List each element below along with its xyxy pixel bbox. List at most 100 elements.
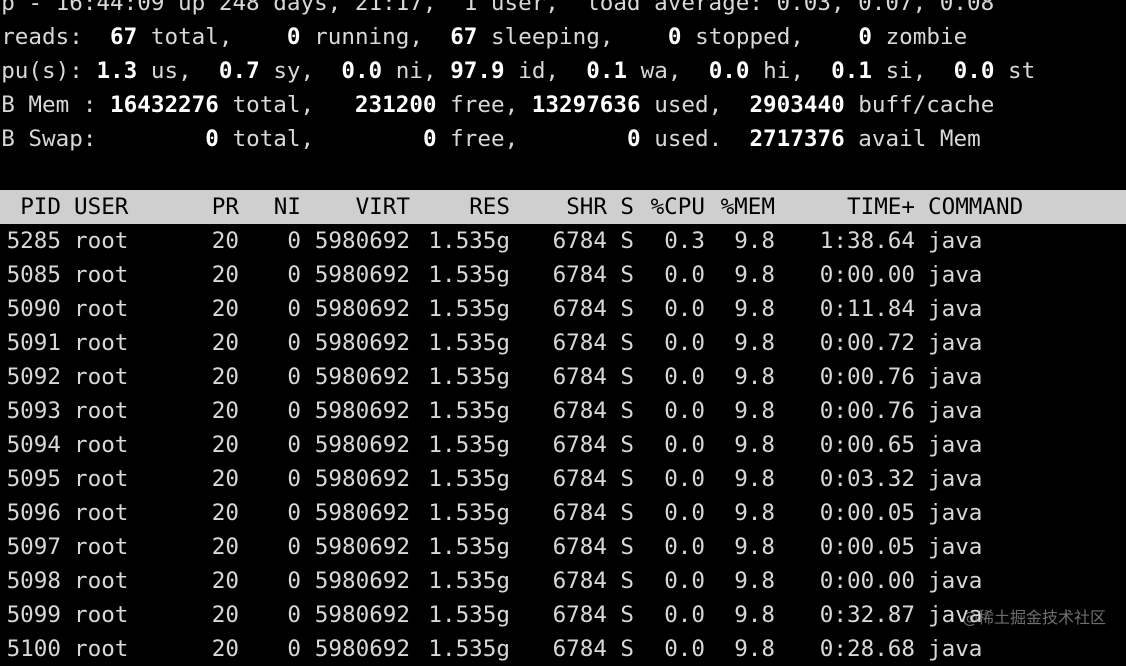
process-row[interactable]: 5093 root 20 0 5980692 1.535g 6784 S 0.0 9.8 0:00.… bbox=[0, 394, 1126, 428]
cell-time: 0:00.76 bbox=[819, 364, 915, 390]
cell-time: 0:03.32 bbox=[819, 466, 915, 492]
process-row[interactable]: 5285 root 20 0 5980692 1.535g 6784 S 0.3 9.8 1:38.… bbox=[0, 224, 1126, 258]
cell-res: 1.535g bbox=[428, 466, 510, 492]
col-ni[interactable]: NI bbox=[239, 190, 301, 224]
cell-mem: 9.8 bbox=[734, 602, 775, 628]
swap-line: KiB Swap: 0 total, 0 free, 0 used. 27173… bbox=[0, 122, 1126, 156]
cell-pr: 20 bbox=[211, 432, 239, 458]
cell-command: java bbox=[928, 330, 983, 356]
cell-shr: 6784 bbox=[552, 330, 607, 356]
cell-res: 1.535g bbox=[428, 330, 510, 356]
cell-mem: 9.8 bbox=[734, 296, 775, 322]
cell-ni: 0 bbox=[287, 534, 301, 560]
cell-command: java bbox=[928, 228, 983, 254]
cell-ni: 0 bbox=[287, 262, 301, 288]
mem-used-label: used, bbox=[654, 92, 723, 118]
cell-pr: 20 bbox=[211, 602, 239, 628]
threads-stopped: 0 bbox=[667, 24, 682, 50]
cell-virt: 5980692 bbox=[314, 330, 410, 356]
cell-pid: 5096 bbox=[6, 500, 61, 526]
cell-ni: 0 bbox=[287, 296, 301, 322]
swap-free: 0 bbox=[422, 126, 437, 152]
process-row[interactable]: 5090 root 20 0 5980692 1.535g 6784 S 0.0 9.8 0:11.… bbox=[0, 292, 1126, 326]
col-pr[interactable]: PR bbox=[201, 190, 239, 224]
cell-cpu: 0.0 bbox=[664, 330, 705, 356]
cell-res: 1.535g bbox=[428, 228, 510, 254]
col-time[interactable]: TIME+ bbox=[775, 190, 915, 224]
threads-line: Threads: 67 total, 0 running, 67 sleepin… bbox=[0, 20, 1126, 54]
cell-time: 1:38.64 bbox=[819, 228, 915, 254]
cell-ni: 0 bbox=[287, 228, 301, 254]
cell-state: S bbox=[620, 432, 634, 458]
mem-buff-cache: 2903440 bbox=[749, 92, 845, 118]
cell-time: 0:00.65 bbox=[819, 432, 915, 458]
cell-res: 1.535g bbox=[428, 636, 510, 662]
cell-time: 0:00.00 bbox=[819, 568, 915, 594]
process-row[interactable]: 5094 root 20 0 5980692 1.535g 6784 S 0.0 9.8 0:00.… bbox=[0, 428, 1126, 462]
cell-user: root bbox=[74, 296, 129, 322]
cell-pid: 5090 bbox=[6, 296, 61, 322]
process-row[interactable]: 5085 root 20 0 5980692 1.535g 6784 S 0.0 9.8 0:00.… bbox=[0, 258, 1126, 292]
threads-running: 0 bbox=[286, 24, 301, 50]
swap-used: 0 bbox=[627, 126, 641, 152]
process-row[interactable]: 5099 root 20 0 5980692 1.535g 6784 S 0.0 9.8 0:32.… bbox=[0, 598, 1126, 632]
threads-sleeping: 67 bbox=[450, 24, 478, 50]
cell-mem: 9.8 bbox=[734, 364, 775, 390]
swap-avail-label: avail Mem bbox=[858, 126, 981, 152]
cpu-id-label: id, bbox=[518, 58, 560, 84]
cell-cpu: 0.0 bbox=[664, 500, 705, 526]
process-row[interactable]: 5091 root 20 0 5980692 1.535g 6784 S 0.0 9.8 0:00.… bbox=[0, 326, 1126, 360]
cell-pr: 20 bbox=[211, 262, 239, 288]
cell-shr: 6784 bbox=[552, 636, 607, 662]
cell-shr: 6784 bbox=[552, 262, 607, 288]
cell-cpu: 0.3 bbox=[664, 228, 705, 254]
cell-user: root bbox=[74, 330, 129, 356]
cpu-si-label: si, bbox=[885, 58, 927, 84]
col-shr[interactable]: SHR bbox=[510, 190, 607, 224]
swap-avail: 2717376 bbox=[749, 126, 845, 152]
process-row[interactable]: 5092 root 20 0 5980692 1.535g 6784 S 0.0 9.8 0:00.… bbox=[0, 360, 1126, 394]
col-cpu[interactable]: %CPU bbox=[634, 190, 705, 224]
cell-state: S bbox=[620, 296, 634, 322]
col-res[interactable]: RES bbox=[410, 190, 510, 224]
cell-cpu: 0.0 bbox=[664, 568, 705, 594]
process-table-header: PID USER PR NI VIRT RES SHR S %CPU %MEM … bbox=[0, 190, 1126, 224]
mem-total: 16432276 bbox=[110, 92, 219, 118]
cell-cpu: 0.0 bbox=[664, 466, 705, 492]
cell-ni: 0 bbox=[287, 432, 301, 458]
cell-mem: 9.8 bbox=[734, 398, 775, 424]
cell-res: 1.535g bbox=[428, 500, 510, 526]
cell-ni: 0 bbox=[287, 330, 301, 356]
process-row[interactable]: 5095 root 20 0 5980692 1.535g 6784 S 0.0 9.8 0:03.… bbox=[0, 462, 1126, 496]
uptime-text: top - 16:44:09 up 248 days, 21:17, 1 use… bbox=[0, 0, 995, 16]
process-row[interactable]: 5097 root 20 0 5980692 1.535g 6784 S 0.0 9.8 0:00.… bbox=[0, 530, 1126, 564]
cell-state: S bbox=[620, 330, 634, 356]
cell-res: 1.535g bbox=[428, 364, 510, 390]
process-row[interactable]: 5100 root 20 0 5980692 1.535g 6784 S 0.0 9.8 0:28.… bbox=[0, 632, 1126, 666]
process-row[interactable]: 5098 root 20 0 5980692 1.535g 6784 S 0.0 9.8 0:00.… bbox=[0, 564, 1126, 598]
col-pid[interactable]: PID bbox=[0, 190, 61, 224]
cell-res: 1.535g bbox=[428, 568, 510, 594]
terminal-window[interactable]: top - 16:44:09 up 248 days, 21:17, 1 use… bbox=[0, 0, 1126, 666]
col-virt[interactable]: VIRT bbox=[301, 190, 410, 224]
col-mem[interactable]: %MEM bbox=[705, 190, 775, 224]
cell-pid: 5100 bbox=[6, 636, 61, 662]
col-command[interactable]: COMMAND bbox=[915, 190, 1115, 224]
mem-free-label: free, bbox=[450, 92, 519, 118]
cell-virt: 5980692 bbox=[314, 500, 410, 526]
cell-user: root bbox=[74, 466, 129, 492]
cell-user: root bbox=[74, 364, 129, 390]
cpu-us-label: us, bbox=[150, 58, 192, 84]
process-row[interactable]: 5096 root 20 0 5980692 1.535g 6784 S 0.0 9.8 0:00.… bbox=[0, 496, 1126, 530]
cell-ni: 0 bbox=[287, 500, 301, 526]
cell-pid: 5095 bbox=[6, 466, 61, 492]
threads-zombie-label: zombie bbox=[885, 24, 968, 50]
cell-command: java bbox=[928, 364, 983, 390]
process-list: 5285 root 20 0 5980692 1.535g 6784 S 0.3 9.8 1:38.… bbox=[0, 224, 1126, 666]
col-user[interactable]: USER bbox=[61, 190, 201, 224]
cell-command: java bbox=[928, 398, 983, 424]
col-state[interactable]: S bbox=[607, 190, 634, 224]
cell-pid: 5093 bbox=[6, 398, 61, 424]
cell-virt: 5980692 bbox=[314, 568, 410, 594]
cell-user: root bbox=[74, 534, 129, 560]
